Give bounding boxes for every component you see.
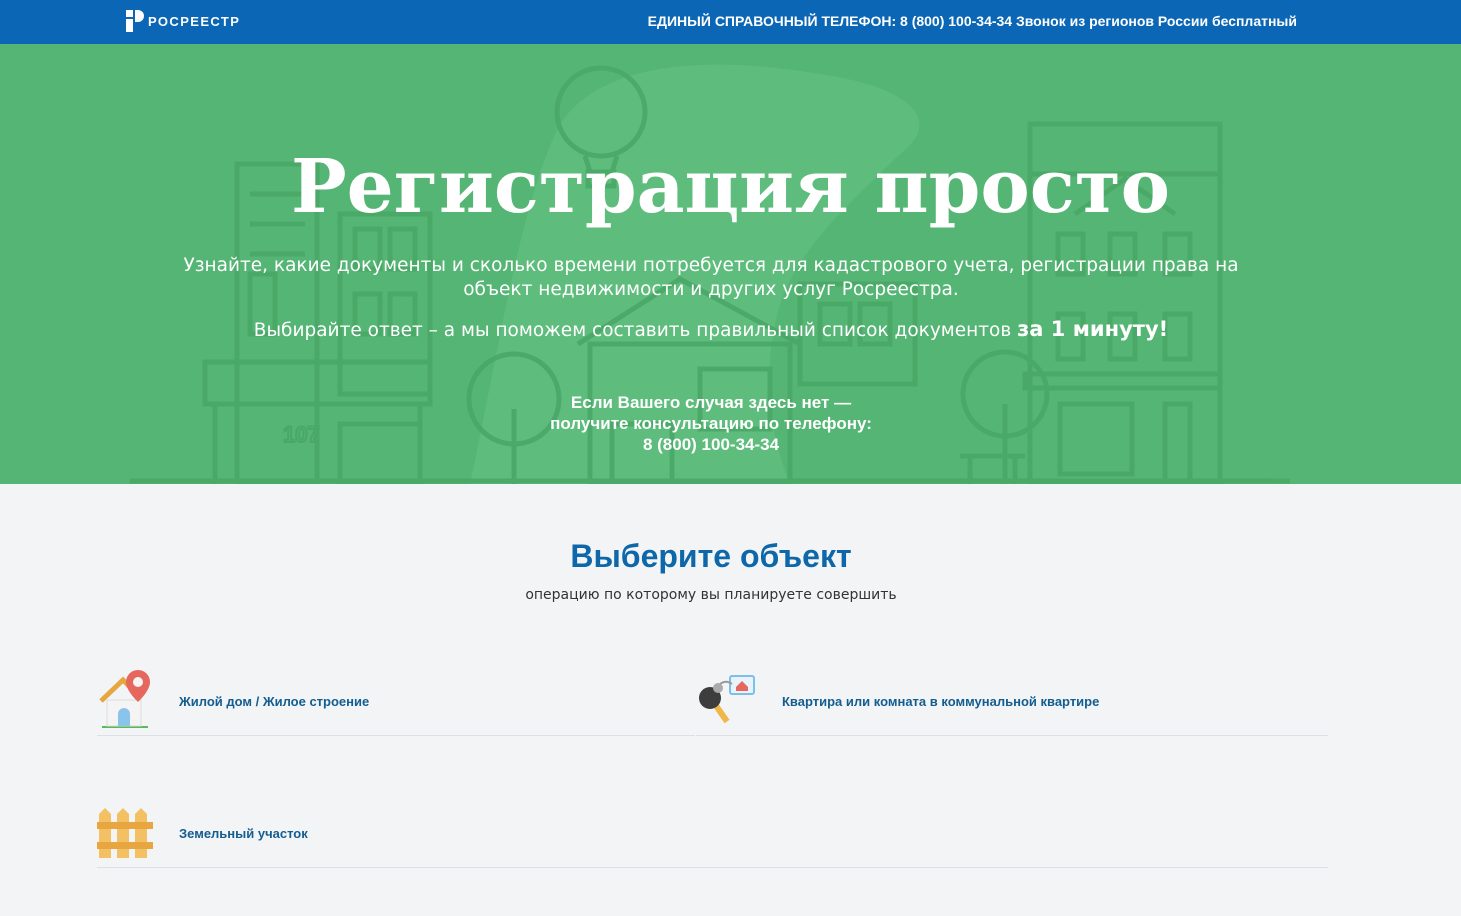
house-with-pin-icon bbox=[99, 670, 150, 728]
hero-cta: Выбирайте ответ – а мы поможем составить… bbox=[0, 316, 1422, 344]
consult-line-2: получите консультацию по телефону: bbox=[550, 414, 872, 433]
helpline-text: ЕДИНЫЙ СПРАВОЧНЫЙ ТЕЛЕФОН: 8 (800) 100-3… bbox=[647, 13, 1297, 29]
rosreestr-logo[interactable]: РОСРЕЕСТР bbox=[124, 8, 240, 34]
logo-text: РОСРЕЕСТР bbox=[148, 13, 241, 29]
option-apartment-label: Квартира или комната в коммунальной квар… bbox=[782, 694, 1100, 709]
section-subtitle: операцию по которому вы планируете совер… bbox=[525, 587, 897, 603]
fence-icon bbox=[97, 808, 153, 858]
hero-banner: 107 Регистрация просто Узнайте, какие до… bbox=[0, 44, 1461, 484]
option-land-plot[interactable]: Земельный участок bbox=[97, 800, 1328, 868]
consult-phone[interactable]: 8 (800) 100-34-34 bbox=[0, 434, 1422, 455]
option-house[interactable]: Жилой дом / Жилое строение bbox=[97, 668, 695, 736]
hero-description: Узнайте, какие документы и сколько време… bbox=[183, 255, 1239, 300]
top-bar: РОСРЕЕСТР ЕДИНЫЙ СПРАВОЧНЫЙ ТЕЛЕФОН: 8 (… bbox=[0, 0, 1461, 44]
rosreestr-logo-icon bbox=[126, 10, 144, 32]
hero-cta-text: Выбирайте ответ – а мы поможем составить… bbox=[253, 320, 1018, 341]
hero-title: Регистрация просто bbox=[290, 144, 1171, 230]
option-apartment[interactable]: Квартира или комната в коммунальной квар… bbox=[696, 668, 1328, 736]
option-land-plot-label: Земельный участок bbox=[179, 826, 308, 841]
option-house-label: Жилой дом / Жилое строение bbox=[179, 694, 370, 709]
section-title: Выберите объект bbox=[570, 538, 852, 574]
hero-cta-bold: за 1 минуту! bbox=[1017, 317, 1169, 341]
keys-with-tag-icon bbox=[699, 675, 755, 724]
consultation-block: Если Вашего случая здесь нет — получите … bbox=[0, 392, 1422, 455]
consult-line-1: Если Вашего случая здесь нет — bbox=[570, 393, 852, 412]
